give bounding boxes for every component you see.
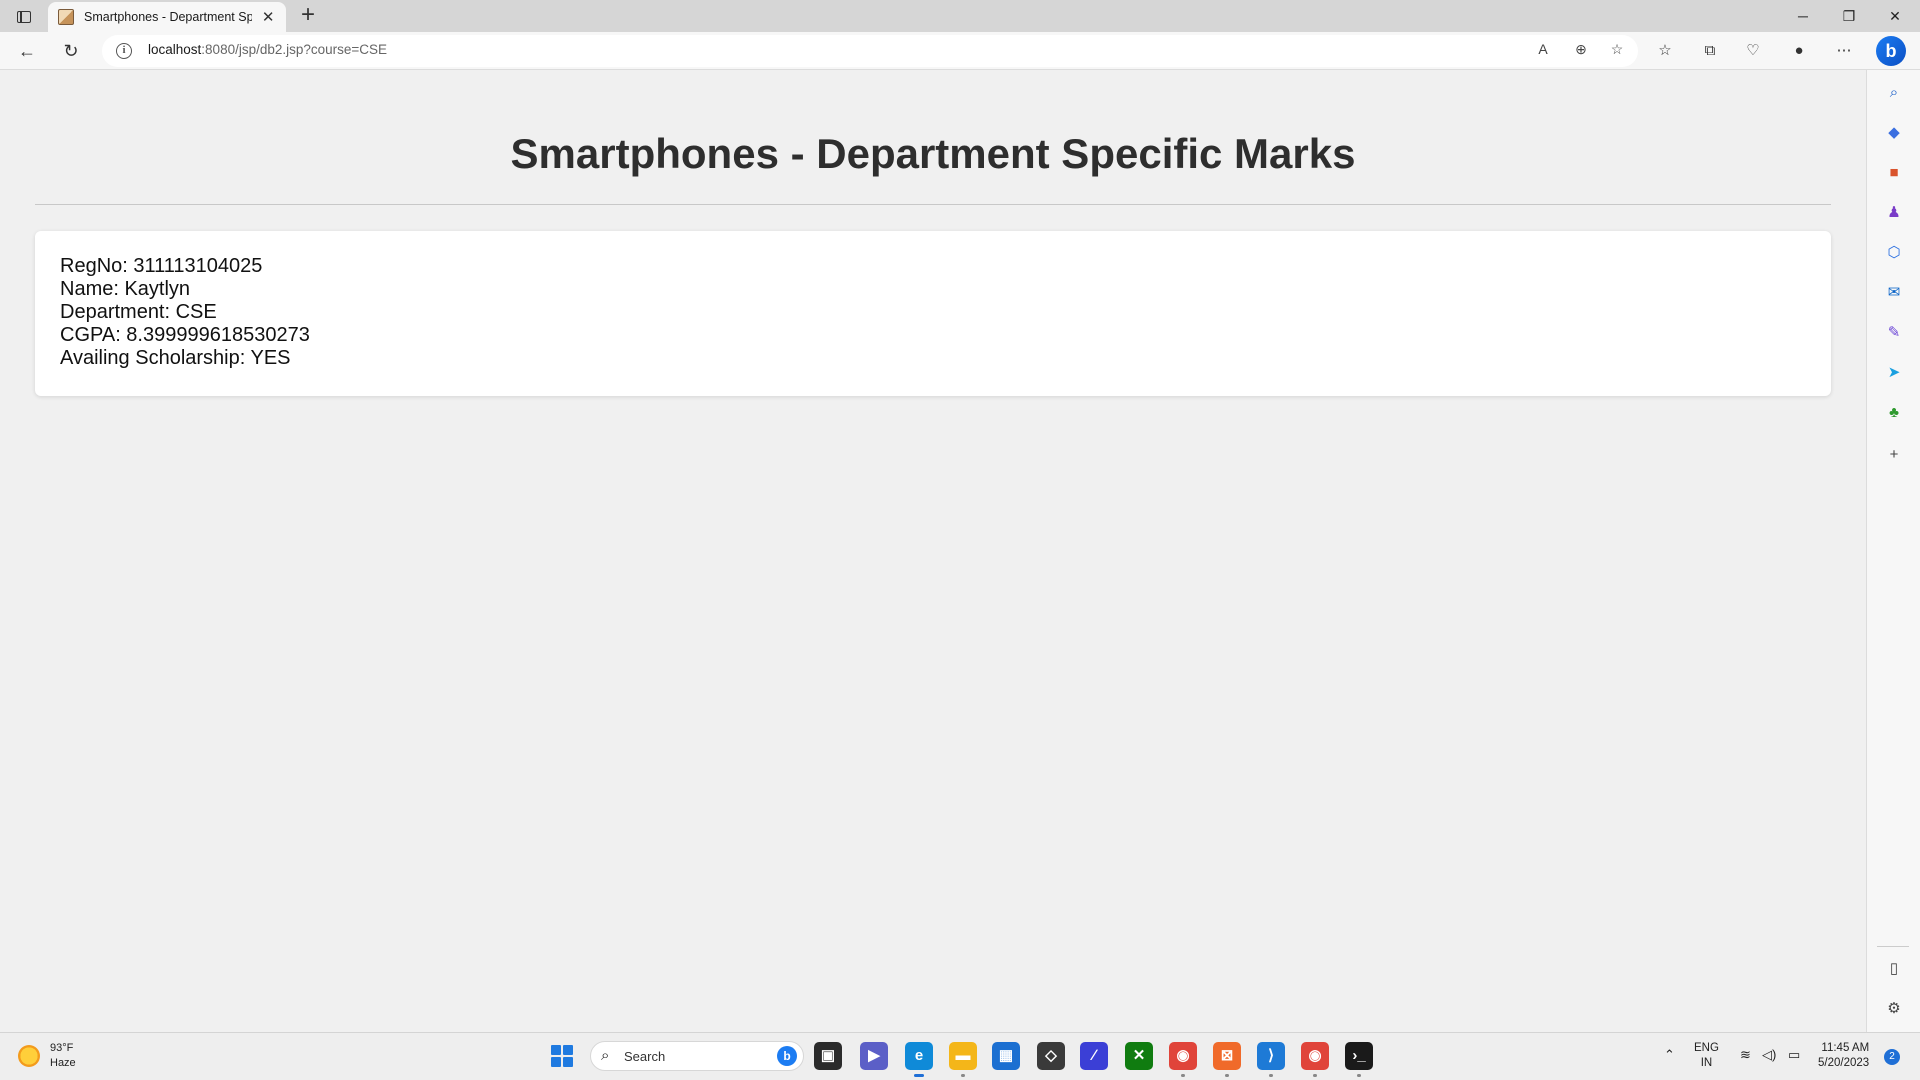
- games-icon[interactable]: ♟: [1883, 202, 1905, 224]
- windows-taskbar: 93°F Haze ⌕ Search b ▣ ▶ e ▬ ▦ ◇ ∕ ✕ ◉ ⊠…: [0, 1032, 1920, 1080]
- clock[interactable]: 11:45 AM 5/20/2023: [1818, 1041, 1869, 1071]
- windows-start-icon[interactable]: [551, 1045, 573, 1067]
- url-path: :8080/jsp/db2.jsp?course=CSE: [201, 42, 388, 57]
- search-icon: ⌕: [601, 1047, 610, 1064]
- add-favorite-icon[interactable]: ☆: [1606, 41, 1628, 58]
- tools-briefcase-icon[interactable]: ■: [1883, 162, 1905, 184]
- chrome-profile-icon[interactable]: ◉: [1169, 1042, 1197, 1077]
- favicon-icon: [58, 9, 74, 25]
- battery-icon[interactable]: ▭: [1788, 1047, 1800, 1062]
- refresh-icon[interactable]: ↻: [56, 37, 86, 65]
- send-icon[interactable]: ➤: [1883, 362, 1905, 384]
- edge-browser-icon[interactable]: e: [905, 1042, 933, 1077]
- terminal-icon[interactable]: ›_: [1345, 1042, 1373, 1077]
- tab-strip: Smartphones - Department Specific Marks …: [0, 0, 1920, 32]
- sidebar-divider: [1877, 946, 1909, 947]
- site-info-icon[interactable]: i: [116, 43, 132, 59]
- title-divider: [35, 204, 1831, 205]
- bing-chat-icon[interactable]: b: [1876, 36, 1906, 66]
- microsoft-store-icon[interactable]: ▦: [992, 1042, 1020, 1070]
- edge-sidebar: ⌕ ◆ ■ ♟ ⬡ ✉ ✎ ➤ ♣ + ▯ ⚙: [1866, 70, 1920, 1032]
- page-viewport: Smartphones - Department Specific Marks …: [0, 70, 1866, 1032]
- language-indicator[interactable]: ENG IN: [1694, 1041, 1719, 1071]
- hide-sidebar-icon[interactable]: ▯: [1883, 958, 1905, 980]
- close-tab-icon[interactable]: ✕: [260, 8, 276, 26]
- weather-widget[interactable]: 93°F Haze: [18, 1041, 76, 1071]
- clock-time: 11:45 AM: [1821, 1042, 1870, 1054]
- regno-text: RegNo: 311113104025: [60, 255, 263, 277]
- tab-actions-menu-icon[interactable]: [10, 5, 38, 29]
- weather-haze-icon: [18, 1045, 40, 1067]
- xbox-icon[interactable]: ✕: [1125, 1042, 1153, 1070]
- student-record-card: RegNo: 311113104025 Name: Kaytlyn Depart…: [35, 231, 1831, 396]
- volume-icon[interactable]: ◁): [1762, 1047, 1776, 1062]
- restore-icon[interactable]: ❐: [1826, 0, 1872, 32]
- wifi-icon[interactable]: ≋: [1740, 1047, 1751, 1062]
- favorites-icon[interactable]: ☆: [1652, 38, 1678, 64]
- browser-essentials-icon[interactable]: ♡: [1740, 38, 1766, 64]
- shopping-tag-icon[interactable]: ◆: [1883, 122, 1905, 144]
- page-title: Smartphones - Department Specific Marks: [510, 130, 1356, 177]
- task-view-icon[interactable]: ▣: [814, 1042, 842, 1070]
- collections-icon[interactable]: ⧉: [1697, 38, 1723, 64]
- profile-icon[interactable]: ●: [1786, 38, 1812, 64]
- outlook-icon[interactable]: ✉: [1883, 282, 1905, 304]
- file-explorer-icon[interactable]: ▬: [949, 1042, 977, 1077]
- microsoft-365-icon[interactable]: ⬡: [1883, 242, 1905, 264]
- search-placeholder: Search: [624, 1049, 666, 1064]
- sidebar-search-icon[interactable]: ⌕: [1883, 82, 1905, 104]
- read-aloud-icon[interactable]: A: [1532, 41, 1554, 57]
- cgpa-text: CGPA: 8.399999618530273: [60, 324, 310, 346]
- xampp-icon[interactable]: ⊠: [1213, 1042, 1241, 1077]
- new-tab-icon[interactable]: +: [294, 2, 322, 30]
- unity-icon[interactable]: ◇: [1037, 1042, 1065, 1070]
- region-code: IN: [1700, 1057, 1713, 1069]
- add-sidebar-app-icon[interactable]: +: [1883, 444, 1905, 466]
- browser-tab[interactable]: Smartphones - Department Specific Marks …: [48, 2, 286, 32]
- scholarship-text: Availing Scholarship: YES: [60, 347, 291, 369]
- taskbar-search-box[interactable]: ⌕ Search b: [590, 1041, 804, 1071]
- browser-toolbar: ← ↻ i localhost:8080/jsp/db2.jsp?course=…: [0, 32, 1920, 70]
- show-hidden-icons-icon[interactable]: ⌃: [1664, 1047, 1675, 1062]
- sidebar-settings-icon[interactable]: ⚙: [1883, 998, 1905, 1020]
- minimize-icon[interactable]: ─: [1780, 0, 1826, 32]
- bing-search-icon[interactable]: b: [777, 1046, 797, 1066]
- url-host: localhost: [148, 42, 202, 57]
- more-options-icon[interactable]: ⋯: [1831, 38, 1857, 64]
- drop-icon[interactable]: ✎: [1883, 322, 1905, 344]
- department-text: Department: CSE: [60, 301, 217, 323]
- tab-title: Smartphones - Department Specific Marks: [84, 10, 253, 24]
- tree-icon[interactable]: ♣: [1883, 402, 1905, 424]
- language-code: ENG: [1694, 1042, 1719, 1054]
- weather-desc: Haze: [50, 1057, 76, 1069]
- clock-date: 5/20/2023: [1818, 1057, 1870, 1069]
- vscode-icon[interactable]: ⟩: [1257, 1042, 1285, 1077]
- address-bar[interactable]: i localhost:8080/jsp/db2.jsp?course=CSE …: [102, 35, 1638, 67]
- url-text[interactable]: localhost:8080/jsp/db2.jsp?course=CSE: [148, 42, 387, 57]
- name-text: Name: Kaytlyn: [60, 278, 191, 300]
- notification-badge[interactable]: 2: [1884, 1049, 1900, 1065]
- teams-chat-icon[interactable]: ▶: [860, 1042, 888, 1070]
- zoom-icon[interactable]: ⊕: [1570, 41, 1592, 58]
- chrome-second-profile-icon[interactable]: ◉: [1301, 1042, 1329, 1077]
- back-icon[interactable]: ←: [12, 37, 42, 65]
- close-window-icon[interactable]: ✕: [1872, 0, 1918, 32]
- stylus-app-icon[interactable]: ∕: [1080, 1042, 1108, 1070]
- weather-temp: 93°F: [50, 1042, 74, 1054]
